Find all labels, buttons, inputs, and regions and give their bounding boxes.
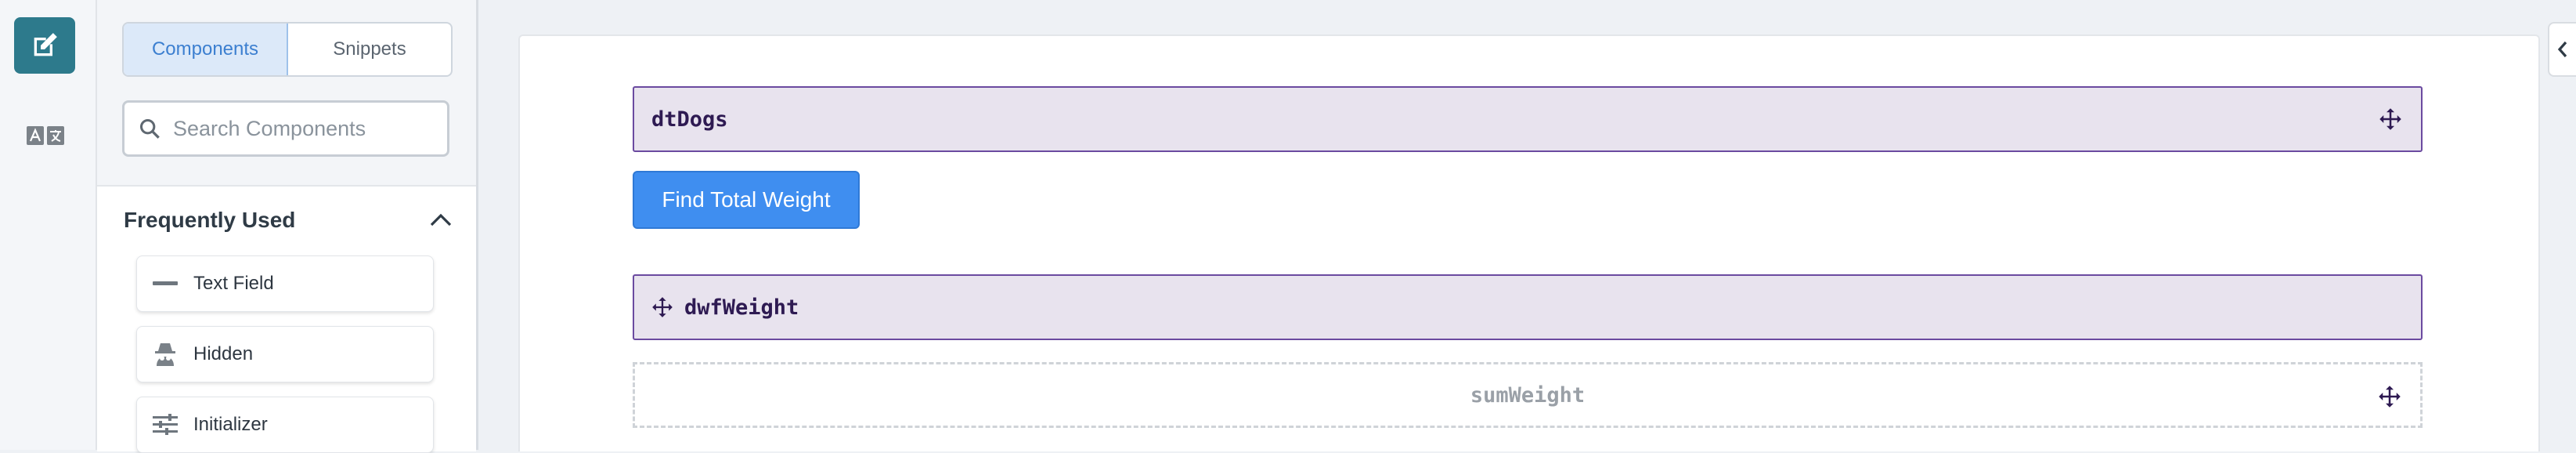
move-icon[interactable] <box>2378 385 2401 408</box>
component-sumweight[interactable]: sumWeight <box>633 362 2423 428</box>
edit-button[interactable] <box>14 17 75 74</box>
translate-button[interactable] <box>25 122 66 149</box>
icon-rail <box>0 0 97 450</box>
section-title: Frequently Used <box>124 208 296 232</box>
tab-components[interactable]: Components <box>124 24 288 75</box>
panel-tabs: Components Snippets <box>122 22 453 77</box>
edit-icon <box>34 33 57 56</box>
search-icon <box>139 118 160 139</box>
search-input[interactable] <box>171 115 441 142</box>
component-item-label: Text Field <box>193 273 274 294</box>
component-name: dwfWeight <box>684 295 799 320</box>
component-item-text-field[interactable]: Text Field <box>136 255 434 312</box>
section-header[interactable]: Frequently Used <box>124 201 453 240</box>
incognito-icon <box>151 342 179 367</box>
component-item-label: Initializer <box>193 414 268 435</box>
components-panel: Components Snippets Frequently Used Text… <box>97 0 478 453</box>
canvas-area: dtDogs Find Total Weight dwfWeight sumWe… <box>479 0 2540 451</box>
collapse-panel-button[interactable] <box>2548 22 2576 77</box>
form-canvas: dtDogs Find Total Weight dwfWeight sumWe… <box>518 34 2540 451</box>
component-dwfweight[interactable]: dwfWeight <box>633 274 2423 340</box>
component-item-hidden[interactable]: Hidden <box>136 326 434 382</box>
translate-icon <box>27 126 64 145</box>
component-name: dtDogs <box>651 107 728 132</box>
frequently-used-section: Frequently Used Text Field Hidden Initia… <box>97 185 476 453</box>
tab-snippets[interactable]: Snippets <box>288 24 451 75</box>
chevron-left-icon <box>2557 41 2567 58</box>
component-name: sumWeight <box>1470 382 1586 408</box>
component-item-initializer[interactable]: Initializer <box>136 397 434 453</box>
move-icon[interactable] <box>651 296 673 318</box>
chevron-up-icon[interactable] <box>429 212 453 228</box>
minus-icon <box>151 280 179 288</box>
search-box <box>122 100 449 157</box>
move-icon[interactable] <box>2379 107 2402 131</box>
component-item-label: Hidden <box>193 343 254 364</box>
sliders-icon <box>151 414 179 436</box>
find-total-weight-button[interactable]: Find Total Weight <box>633 171 860 229</box>
component-dtdogs[interactable]: dtDogs <box>633 86 2423 152</box>
